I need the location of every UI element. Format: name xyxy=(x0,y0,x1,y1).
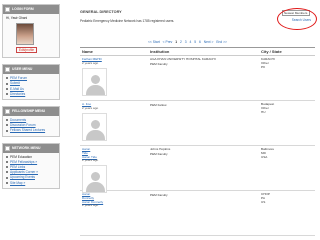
user-menu-item[interactable]: E-Mail Us xyxy=(10,87,24,91)
network-menu-item[interactable]: PEM Fellowships » xyxy=(10,160,37,164)
country: USA xyxy=(261,154,268,159)
panel-icon xyxy=(5,109,10,115)
network-menu-header: NETWORK MENU xyxy=(3,143,59,153)
member-role: PEM Faculty xyxy=(150,193,168,197)
user-menu-item[interactable]: Directories xyxy=(10,92,25,96)
member-role: PEM Fellow xyxy=(150,103,167,107)
network-menu-item[interactable]: Upcoming Events xyxy=(10,175,35,179)
user-greeting: Hi, Yasir Ghani xyxy=(6,16,28,20)
pager-page[interactable]: 2 xyxy=(180,40,182,44)
user-menu-title: USER MENU xyxy=(12,67,33,72)
login-panel-header: LOGIN FORM xyxy=(3,5,59,14)
member-role: PEM Faculty xyxy=(150,61,168,66)
network-menu-panel: NETWORK MENU PEM Education PEM Fellowshi… xyxy=(2,142,60,189)
user-silhouette-icon[interactable] xyxy=(82,165,107,194)
pager-page-current: 1 xyxy=(175,40,178,44)
column-header-name: Name xyxy=(82,49,93,54)
fellowship-menu-item[interactable]: Fellows Shared Lectures xyxy=(10,128,45,132)
user-photo xyxy=(16,23,34,46)
edit-profile-link[interactable]: Edit/profile xyxy=(16,47,38,54)
user-menu-item[interactable]: Submit xyxy=(10,81,20,85)
pager-next[interactable]: Next > xyxy=(204,40,214,44)
table-row: A. Foo 2 years ago PEM Fellow Budapest O… xyxy=(80,101,315,146)
network-menu-item[interactable]: PEM Links xyxy=(10,165,25,169)
fellowship-menu-item[interactable]: Discussion Forum xyxy=(10,123,36,127)
user-silhouette-icon[interactable] xyxy=(82,67,107,96)
column-header-institution: Institution xyxy=(150,49,170,54)
member-joined: 2 years ago xyxy=(82,105,99,110)
network-menu-item[interactable]: Applicants Corner » xyxy=(10,170,38,174)
column-header-location: City / State xyxy=(261,49,282,54)
panel-icon xyxy=(5,67,10,73)
network-menu-item[interactable]: PEM Education xyxy=(10,155,32,159)
pager-prev[interactable]: < Prev xyxy=(163,40,173,44)
directory-table: Name Institution City / State Farhan MEH… xyxy=(80,47,315,236)
table-header: Name Institution City / State xyxy=(80,48,315,56)
pager-page[interactable]: 3 xyxy=(185,40,187,44)
pagination: << Start < Prev 1 2 3 4 5 6 Next > End >… xyxy=(148,40,229,44)
user-silhouette-icon[interactable] xyxy=(82,112,107,141)
member-joined: 2 years ago xyxy=(82,158,99,163)
fellowship-menu-header: FELLOWSHIP MENU xyxy=(3,107,59,117)
network-menu-item[interactable]: Site Map » xyxy=(10,181,25,185)
highlight-circle xyxy=(277,8,317,30)
member-joined: 2 years ago xyxy=(82,60,99,65)
member-role: PEM Faculty xyxy=(150,151,168,156)
pager-page[interactable]: 4 xyxy=(190,40,192,44)
user-menu-panel: USER MENU PEM Forum Submit E-Mail Us Dir… xyxy=(2,64,60,101)
fellowship-menu-panel: FELLOWSHIP MENU Documents Discussion For… xyxy=(2,106,60,137)
fellowship-menu-title: FELLOWSHIP MENU xyxy=(12,109,46,114)
login-panel-title: LOGIN FORM xyxy=(12,7,34,11)
pager-end[interactable]: End >> xyxy=(216,40,227,44)
pager-start[interactable]: << Start xyxy=(148,40,160,44)
sidebar: LOGIN FORM Hi, Yasir Ghani Edit/profile … xyxy=(2,4,60,195)
panel-icon xyxy=(5,7,10,12)
table-row: Aaron Tide Aaron Tide 2 years ago Johns … xyxy=(80,146,315,194)
panel-icon xyxy=(5,145,10,151)
member-joined: 2 years ago xyxy=(82,203,99,208)
fellowship-menu-item[interactable]: Documents xyxy=(10,118,26,122)
network-menu-title: NETWORK MENU xyxy=(12,145,41,150)
country: HU xyxy=(261,109,266,114)
login-panel: LOGIN FORM Hi, Yasir Ghani Edit/profile xyxy=(2,4,60,59)
table-row: Aaron Donnelly Aaron Donnelly 2 years ag… xyxy=(80,191,315,236)
pager-page[interactable]: 6 xyxy=(199,40,201,44)
pager-page[interactable]: 5 xyxy=(194,40,196,44)
table-row: Farhan MEHD 2 years ago AGA KHAN UNIVERS… xyxy=(80,56,315,101)
country: US xyxy=(261,199,266,204)
country: PK xyxy=(261,64,266,69)
user-menu-item[interactable]: PEM Forum xyxy=(10,76,27,80)
user-menu-header: USER MENU xyxy=(3,65,59,75)
